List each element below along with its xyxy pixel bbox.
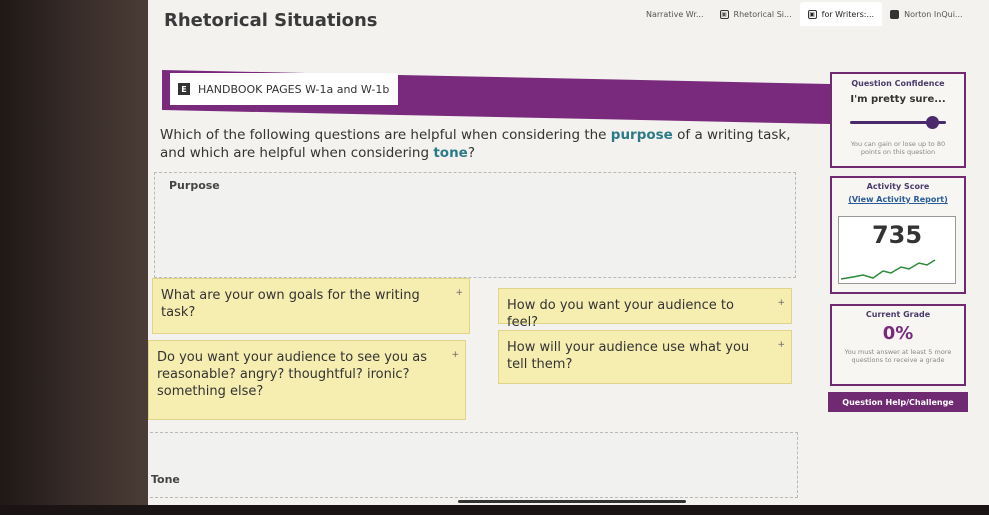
page-title: Rhetorical Situations — [164, 10, 378, 31]
card-text: Do you want your audience to see you as … — [157, 350, 427, 399]
tab-label: Rhetorical Si... — [733, 9, 792, 19]
confidence-panel: Question Confidence I'm pretty sure... Y… — [830, 72, 966, 168]
tab-for-writers[interactable]: ▣ for Writers:... — [799, 2, 883, 26]
answer-card-use[interactable]: How will your audience use what you tell… — [498, 330, 792, 384]
plus-icon: + — [777, 298, 785, 308]
plus-icon: + — [455, 288, 463, 298]
plus-icon: + — [777, 340, 785, 350]
grade-note: You must answer at least 5 more question… — [844, 348, 952, 364]
tab-rhetorical[interactable]: ▣ Rhetorical Si... — [712, 2, 800, 26]
question-prompt: Which of the following questions are hel… — [160, 126, 820, 162]
home-indicator — [458, 500, 686, 503]
tab-label: for Writers:... — [821, 9, 875, 19]
tab-norton[interactable]: Norton InQui... — [882, 2, 970, 26]
confidence-heading: Question Confidence — [851, 79, 945, 88]
question-text: Which of the following questions are hel… — [160, 127, 611, 143]
document-icon: ▣ — [807, 9, 817, 19]
grade-value: 0% — [882, 323, 914, 344]
confidence-slider-knob[interactable] — [925, 116, 939, 129]
activity-panel: Activity Score (View Activity Report) 73… — [830, 176, 966, 294]
document-icon: ▣ — [719, 9, 729, 19]
card-text: How do you want your audience to feel? — [507, 298, 734, 330]
keyword-purpose: purpose — [610, 127, 673, 143]
grade-panel: Current Grade 0% You must answer at leas… — [830, 304, 966, 386]
score-box: 735 — [838, 216, 956, 284]
browser-tabs: Narrative Wr... ▣ Rhetorical Si... ▣ for… — [638, 0, 971, 28]
handbook-link[interactable]: E HANDBOOK PAGES W-1a and W-1b — [170, 73, 398, 105]
tab-narrative[interactable]: Narrative Wr... — [638, 2, 712, 26]
view-activity-report-link[interactable]: (View Activity Report) — [832, 195, 964, 204]
ebook-icon: E — [178, 83, 190, 95]
score-trend-icon — [840, 259, 936, 280]
purpose-zone-label: Purpose — [169, 179, 220, 192]
app-screen: Narrative Wr... ▣ Rhetorical Si... ▣ for… — [148, 0, 989, 515]
device-bezel — [0, 0, 148, 515]
activity-heading: Activity Score — [866, 182, 930, 191]
grade-heading: Current Grade — [865, 310, 931, 319]
tab-label: Narrative Wr... — [646, 9, 704, 19]
keyword-tone: tone — [433, 145, 468, 161]
answer-card-feel[interactable]: How do you want your audience to feel? + — [498, 288, 792, 330]
question-help-button[interactable]: Question Help/Challenge — [828, 392, 968, 412]
answer-card-see-you[interactable]: Do you want your audience to see you as … — [148, 340, 466, 420]
tone-drop-zone[interactable]: Tone — [148, 432, 798, 498]
card-text: How will your audience use what you tell… — [507, 340, 750, 372]
device-bezel-bottom — [0, 505, 989, 515]
purpose-drop-zone[interactable]: Purpose — [154, 172, 796, 278]
tab-label: Norton InQui... — [904, 9, 963, 19]
handbook-label: HANDBOOK PAGES W-1a and W-1b — [198, 82, 390, 96]
tone-zone-label: Tone — [151, 473, 180, 486]
plus-icon: + — [451, 350, 459, 360]
document-icon — [890, 9, 900, 19]
confidence-note: You can gain or lose up to 80 points on … — [850, 140, 946, 156]
activity-score-value: 735 — [871, 221, 923, 249]
card-text: What are your own goals for the writing … — [161, 288, 420, 320]
confidence-value: I'm pretty sure... — [850, 94, 946, 105]
answer-card-goals[interactable]: What are your own goals for the writing … — [152, 278, 470, 334]
question-text: ? — [467, 145, 476, 161]
